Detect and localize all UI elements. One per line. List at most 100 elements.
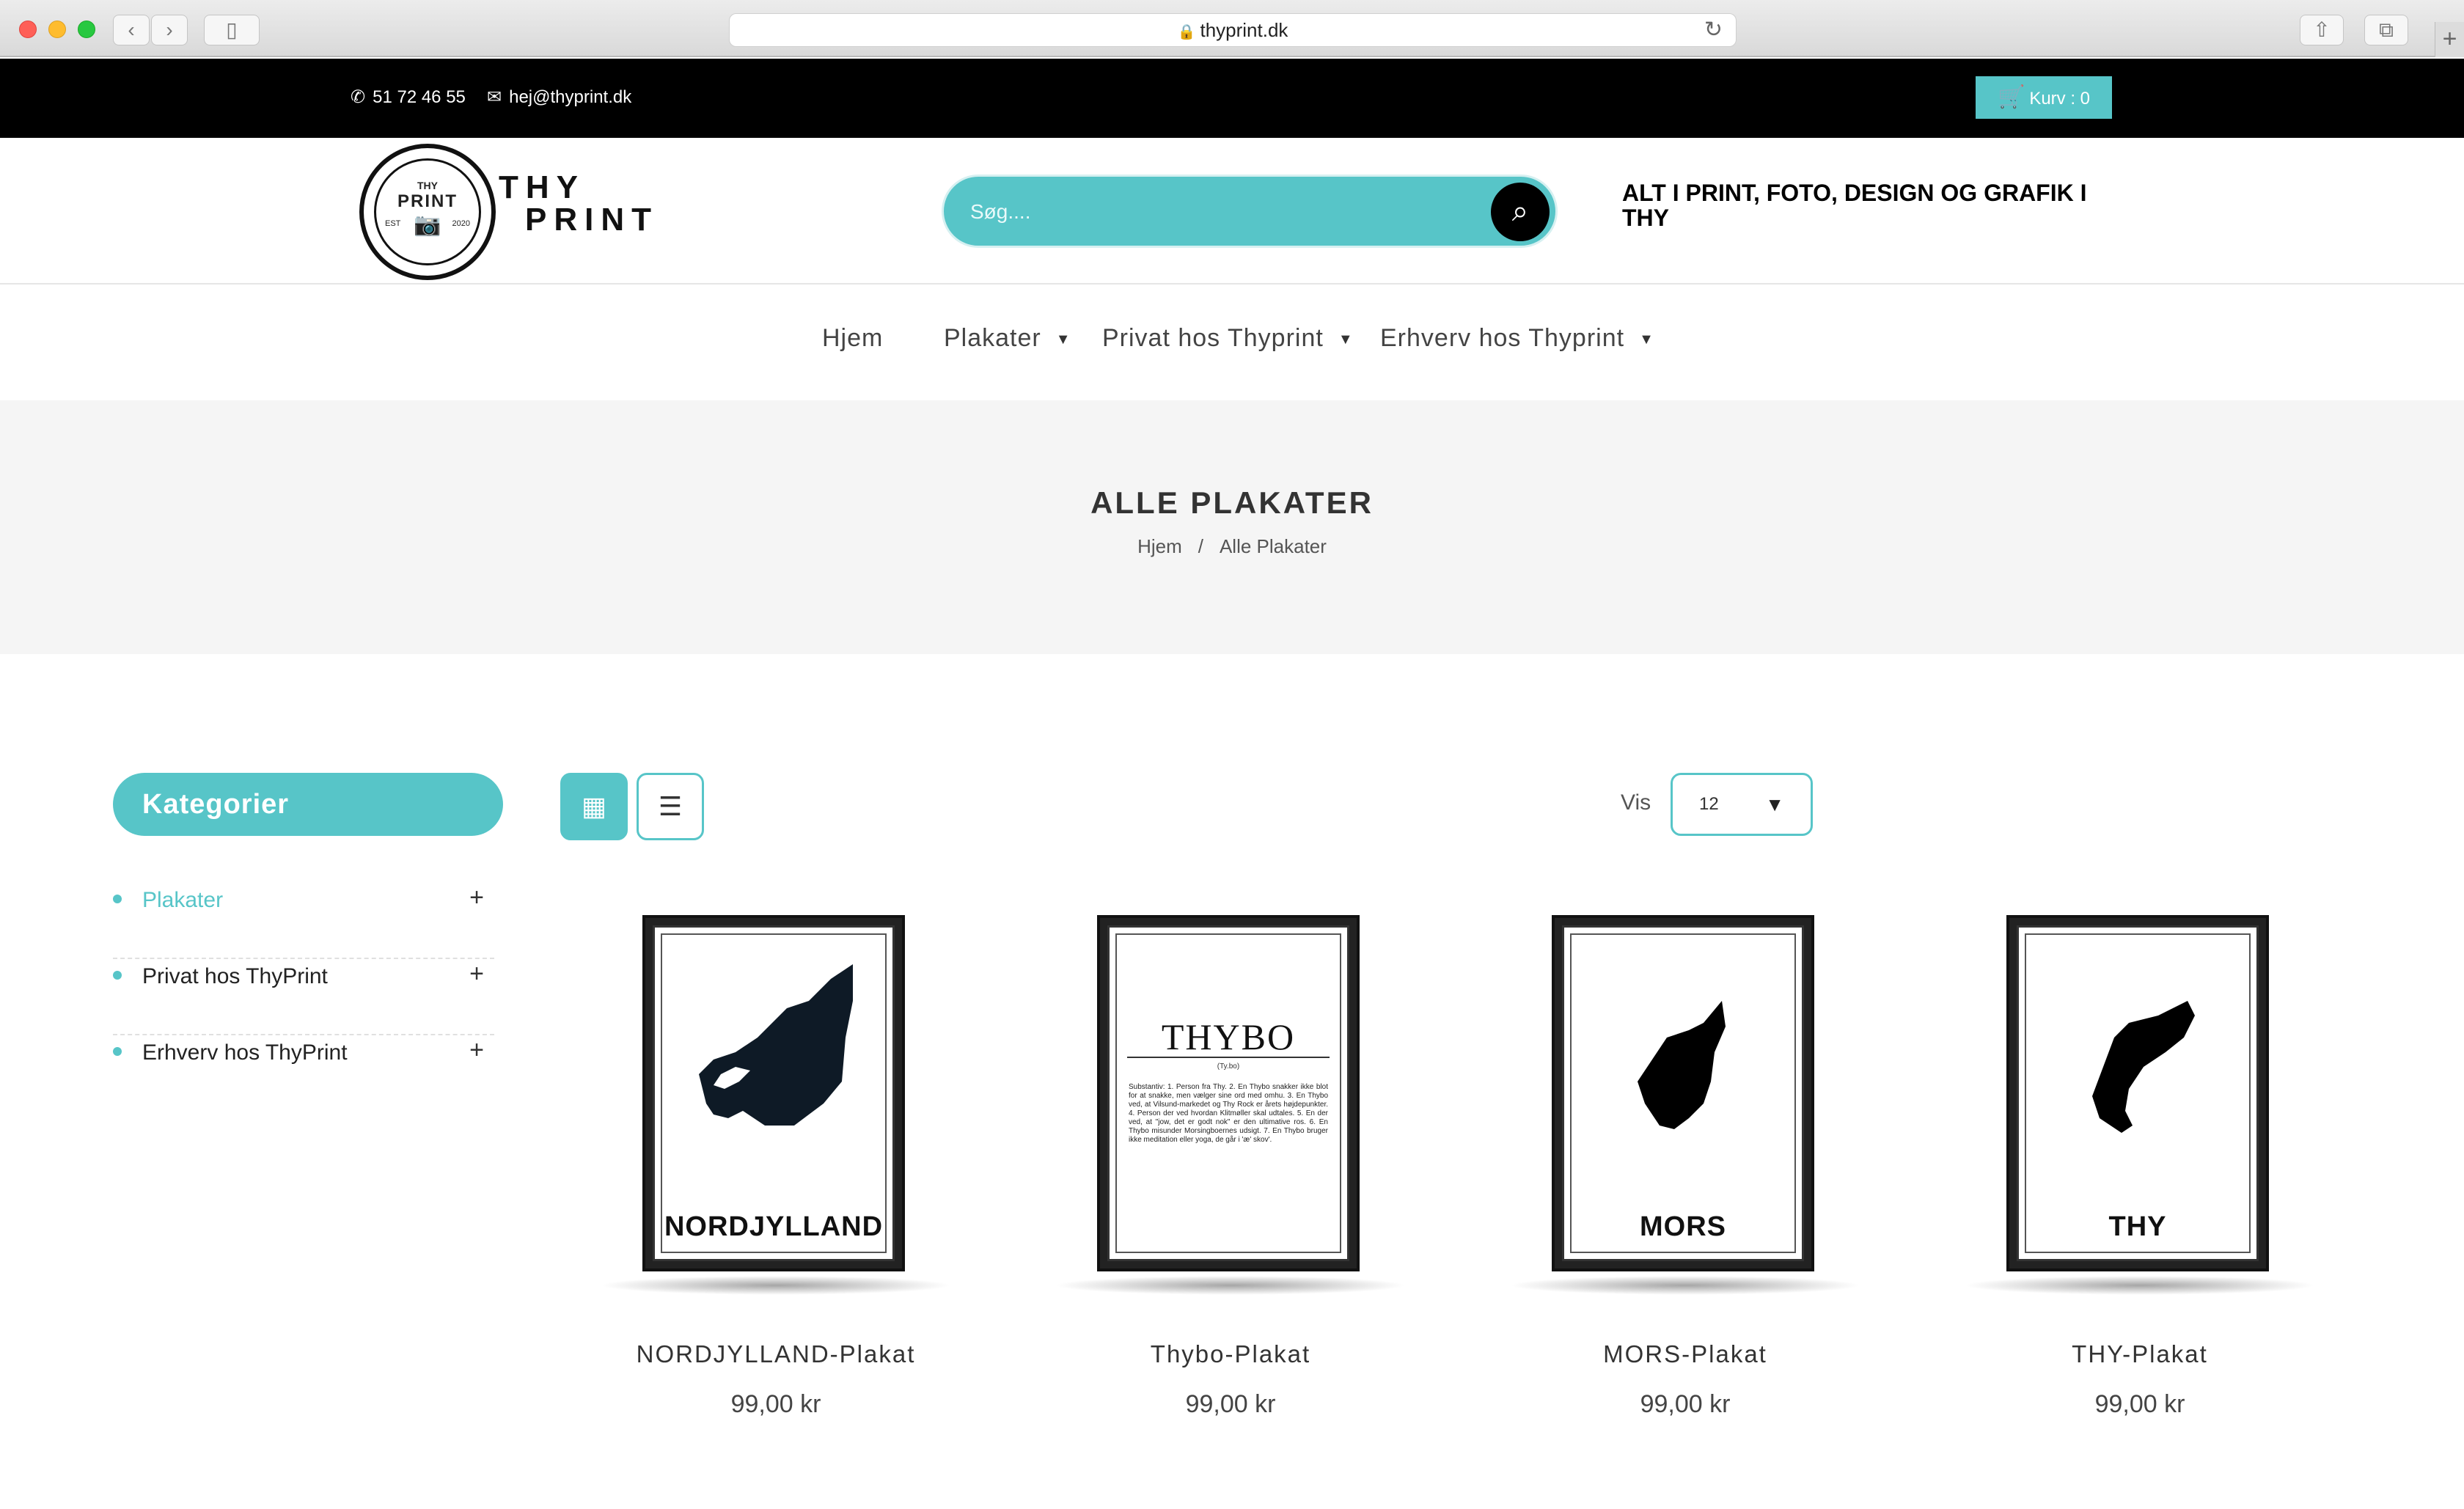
page-title: ALLE PLAKATER (1090, 485, 1374, 520)
expand-plus-icon[interactable]: + (469, 1037, 484, 1063)
logo-inner-ring: THY PRINT 📷 EST 2020 (374, 158, 481, 265)
product-image[interactable]: THY (2006, 915, 2269, 1271)
poster-body-text: Substantiv: 1. Person fra Thy. 2. En Thy… (1129, 1083, 1328, 1144)
logo-line-2: PRINT (525, 202, 659, 238)
nav-label: Erhverv hos Thyprint (1380, 324, 1625, 352)
product-title[interactable]: NORDJYLLAND-Plakat (578, 1340, 974, 1368)
nav-item-privat[interactable]: Privat hos Thyprint ▼ (1102, 324, 1354, 353)
tabs-overview-button[interactable]: ⧉ (2364, 15, 2408, 45)
product-price: 99,00 kr (1640, 1390, 1731, 1418)
email-address: hej@thyprint.dk (509, 87, 632, 107)
product-card[interactable]: NORDJYLLAND NORDJYLLAND-Plakat 99,00 kr (578, 912, 974, 1440)
sidebar-toggle-button[interactable]: ▯ (204, 15, 260, 45)
per-page-select[interactable]: 12 ▼ (1671, 773, 1813, 836)
categories-heading: Kategorier (113, 773, 503, 836)
page-title-band: ALLE PLAKATER Hjem / Alle Plakater (0, 400, 2464, 654)
mors-map-silhouette (1638, 1001, 1726, 1129)
share-button[interactable]: ⇧ (2300, 15, 2344, 45)
search-bar: ⌕ (942, 175, 1558, 248)
expand-plus-icon[interactable]: + (469, 961, 484, 987)
forward-button[interactable]: › (151, 15, 188, 45)
product-title[interactable]: Thybo-Plakat (1033, 1340, 1429, 1368)
product-price: 99,00 kr (2094, 1390, 2185, 1418)
cart-button[interactable]: 🛒 Kurv : 0 (1976, 76, 2112, 119)
nav-item-hjem[interactable]: Hjem (822, 324, 883, 353)
logo-small-text: THY (417, 180, 438, 191)
category-item-erhverv[interactable]: Erhverv hos ThyPrint + (113, 1035, 494, 1112)
phone-contact[interactable]: ✆ 51 72 46 55 (351, 87, 466, 108)
nordjylland-map-silhouette (699, 964, 853, 1126)
chevron-left-icon: ‹ (128, 18, 135, 41)
breadcrumb-separator: / (1198, 535, 1203, 557)
search-input[interactable] (970, 197, 1440, 227)
poster-caption: NORDJYLLAND (664, 1211, 884, 1242)
chevron-right-icon: › (166, 18, 173, 41)
product-image[interactable]: MORS (1552, 915, 1814, 1271)
sidebar-icon: ▯ (226, 18, 238, 41)
caret-down-icon: ▼ (1338, 331, 1354, 348)
product-image[interactable]: THYBO (Ty.bo) Substantiv: 1. Person fra … (1097, 915, 1360, 1271)
chevron-down-icon: ▼ (1765, 793, 1784, 815)
address-bar[interactable]: 🔒 thyprint.dk ↻ (729, 13, 1737, 47)
share-icon: ⇧ (2313, 18, 2331, 41)
top-contact-bar: ✆ 51 72 46 55 ✉ hej@thyprint.dk 🛒 Kurv : 0 (0, 59, 2464, 138)
close-window-button[interactable] (19, 21, 37, 38)
envelope-icon: ✉ (487, 87, 502, 107)
product-card[interactable]: THY THY-Plakat 99,00 kr (1942, 912, 2338, 1440)
minimize-window-button[interactable] (48, 21, 66, 38)
search-button[interactable]: ⌕ (1491, 183, 1550, 241)
reload-icon[interactable]: ↻ (1704, 14, 1723, 46)
main-navigation: Hjem Plakater ▼ Privat hos Thyprint ▼ Erhv… (0, 286, 2464, 400)
per-page-value: 12 (1699, 794, 1719, 814)
expand-plus-icon[interactable]: + (469, 884, 484, 911)
category-item-plakater[interactable]: Plakater + (113, 883, 494, 959)
fullscreen-window-button[interactable] (78, 21, 95, 38)
bullet-icon (113, 1047, 122, 1056)
breadcrumb: Hjem / Alle Plakater (0, 535, 2464, 558)
product-price: 99,00 kr (730, 1390, 821, 1418)
poster-caption: MORS (1640, 1211, 1726, 1242)
url-text: thyprint.dk (1200, 19, 1288, 41)
poster-caption: THYBO (1161, 1016, 1296, 1057)
logo-badge[interactable]: THY PRINT 📷 EST 2020 (359, 144, 496, 280)
product-card[interactable]: MORS MORS-Plakat 99,00 kr (1487, 912, 1883, 1440)
grid-view-button[interactable]: ▦ (560, 773, 628, 840)
grid-icon: ▦ (581, 791, 606, 821)
category-label[interactable]: Plakater (142, 887, 223, 914)
back-button[interactable]: ‹ (113, 15, 150, 45)
nav-label: Plakater (944, 324, 1041, 352)
list-view-button[interactable]: ☰ (637, 773, 704, 840)
lock-icon: 🔒 (1177, 24, 1196, 40)
header-tagline: ALT I PRINT, FOTO, DESIGN OG GRAFIK I TH… (1622, 180, 2087, 231)
breadcrumb-home[interactable]: Hjem (1137, 535, 1182, 557)
product-title[interactable]: MORS-Plakat (1487, 1340, 1883, 1368)
poster-subtitle: (Ty.bo) (1217, 1062, 1240, 1071)
cart-icon: 🛒 (1997, 85, 2025, 109)
email-contact[interactable]: ✉ hej@thyprint.dk (487, 87, 631, 108)
cart-label: Kurv : 0 (2029, 89, 2091, 109)
nav-item-erhverv[interactable]: Erhverv hos Thyprint ▼ (1380, 324, 1654, 353)
phone-icon: ✆ (351, 87, 366, 107)
logo-est: EST (385, 219, 401, 228)
category-label[interactable]: Erhverv hos ThyPrint (142, 1040, 348, 1066)
nav-item-plakater[interactable]: Plakater ▼ (944, 324, 1071, 353)
nav-label: Hjem (822, 324, 884, 352)
product-image[interactable]: NORDJYLLAND (642, 915, 905, 1271)
category-item-privat[interactable]: Privat hos ThyPrint + (113, 959, 494, 1035)
logo-wordmark[interactable]: THY PRINT (499, 172, 659, 236)
nav-label: Privat hos Thyprint (1102, 324, 1324, 352)
product-title[interactable]: THY-Plakat (1942, 1340, 2338, 1368)
tabs-icon: ⧉ (2379, 18, 2394, 41)
plus-icon: + (2442, 25, 2457, 53)
caret-down-icon: ▼ (1639, 331, 1654, 348)
product-card[interactable]: THYBO (Ty.bo) Substantiv: 1. Person fra … (1033, 912, 1429, 1440)
poster-caption: THY (2108, 1211, 2167, 1242)
phone-number: 51 72 46 55 (373, 87, 466, 107)
logo-line-1: THY (499, 169, 585, 205)
new-tab-button[interactable]: + (2435, 22, 2464, 57)
product-price: 99,00 kr (1185, 1390, 1276, 1418)
thy-map-silhouette (2092, 1001, 2195, 1133)
browser-toolbar: ‹ › ▯ 🔒 thyprint.dk ↻ ⇧ ⧉ + (0, 0, 2464, 57)
category-label[interactable]: Privat hos ThyPrint (142, 963, 328, 990)
logo-year: 2020 (452, 219, 470, 228)
